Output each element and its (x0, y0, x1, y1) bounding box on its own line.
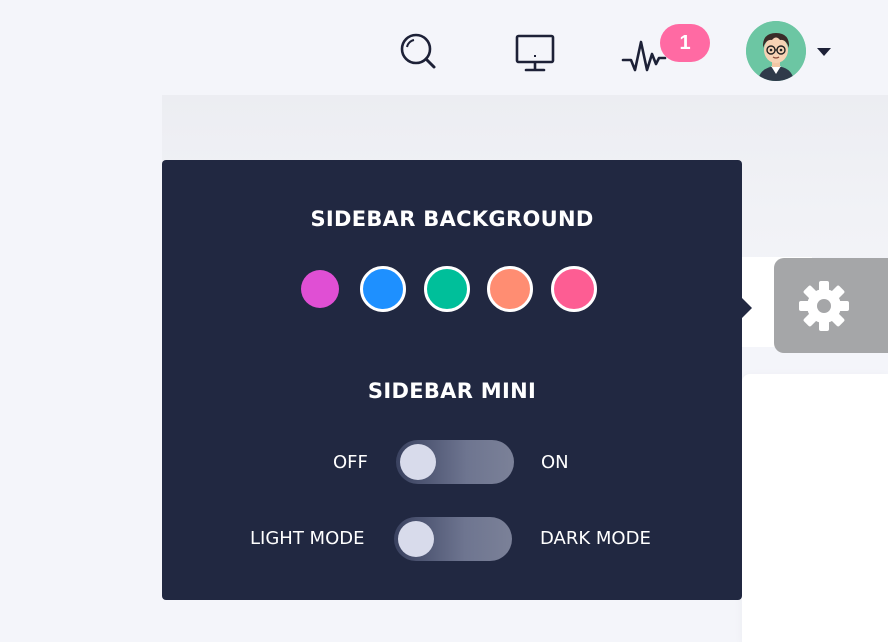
swatch-green[interactable] (424, 266, 470, 312)
monitor-icon (515, 34, 555, 72)
caret-down-icon (817, 48, 831, 56)
dark-mode-label: DARK MODE (540, 528, 651, 549)
background-card (742, 374, 888, 642)
sidebar-mini-toggle[interactable] (396, 440, 514, 484)
toggle-knob (398, 521, 434, 557)
panel-pointer (742, 298, 752, 318)
swatch-orange[interactable] (487, 266, 533, 312)
settings-gear-button[interactable] (774, 258, 888, 353)
search-button[interactable] (394, 28, 442, 76)
gear-icon (799, 280, 849, 331)
settings-panel: SIDEBAR BACKGROUND SIDEBAR MINI OFF ON L… (162, 160, 742, 600)
monitor-button[interactable] (510, 28, 560, 76)
avatar-icon (746, 21, 806, 81)
swatch-blue[interactable] (360, 266, 406, 312)
toggle-knob (400, 444, 436, 480)
swatch-pink[interactable] (551, 266, 597, 312)
light-mode-label: LIGHT MODE (250, 528, 365, 549)
sidebar-mini-off-label: OFF (333, 452, 368, 473)
swatch-purple[interactable] (301, 270, 339, 308)
dark-mode-toggle[interactable] (394, 517, 512, 561)
user-menu-toggle[interactable] (815, 43, 833, 56)
sidebar-mini-title: SIDEBAR MINI (367, 379, 537, 403)
search-icon (400, 33, 436, 69)
notification-badge: 1 (660, 24, 710, 62)
sidebar-background-title: SIDEBAR BACKGROUND (310, 207, 594, 231)
sidebar-mini-on-label: ON (541, 452, 569, 473)
user-avatar[interactable] (746, 21, 806, 81)
page: 1 SIDEBAR BACKGROUND SIDEBAR MINI OFF ON… (0, 0, 888, 642)
